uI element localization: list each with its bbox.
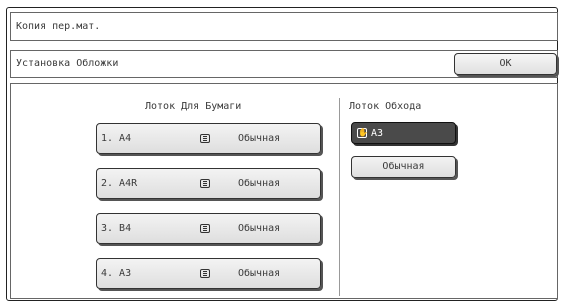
tray-size-label: 3. B4 (101, 223, 132, 234)
page-title: Установка Обложки (16, 58, 119, 69)
paper-tray-icon (200, 269, 210, 278)
tray-heading: Лоток Для Бумаги (145, 101, 242, 112)
tray-size-label: 4. A3 (101, 268, 132, 279)
title-bar: Копия пер.мат. (10, 12, 558, 41)
tray-type-label: Обычная (238, 223, 281, 234)
bypass-heading: Лоток Обхода (349, 101, 422, 112)
bypass-type-button[interactable]: Обычная (351, 156, 456, 178)
bypass-hand-icon: ✋ (357, 128, 368, 138)
window-title: Копия пер.мат. (16, 21, 101, 32)
tray-button-1[interactable]: 1. A4 Обычная (96, 123, 321, 154)
tray-button-3[interactable]: 3. B4 Обычная (96, 213, 321, 244)
tray-button-2[interactable]: 2. A4R Обычная (96, 168, 321, 199)
bypass-size-label: A3 (371, 128, 384, 139)
tray-type-label: Обычная (238, 133, 281, 144)
bypass-size-button[interactable]: ✋ A3 (351, 122, 456, 144)
tray-button-4[interactable]: 4. A3 Обычная (96, 258, 321, 289)
tray-type-label: Обычная (238, 178, 281, 189)
tray-size-label: 1. A4 (101, 133, 132, 144)
paper-tray-icon (200, 224, 210, 233)
ok-button[interactable]: OK (454, 53, 557, 75)
tray-type-label: Обычная (238, 268, 281, 279)
paper-tray-icon (200, 179, 210, 188)
paper-tray-icon (200, 134, 210, 143)
section-divider (339, 98, 340, 296)
tray-size-label: 2. A4R (101, 178, 138, 189)
